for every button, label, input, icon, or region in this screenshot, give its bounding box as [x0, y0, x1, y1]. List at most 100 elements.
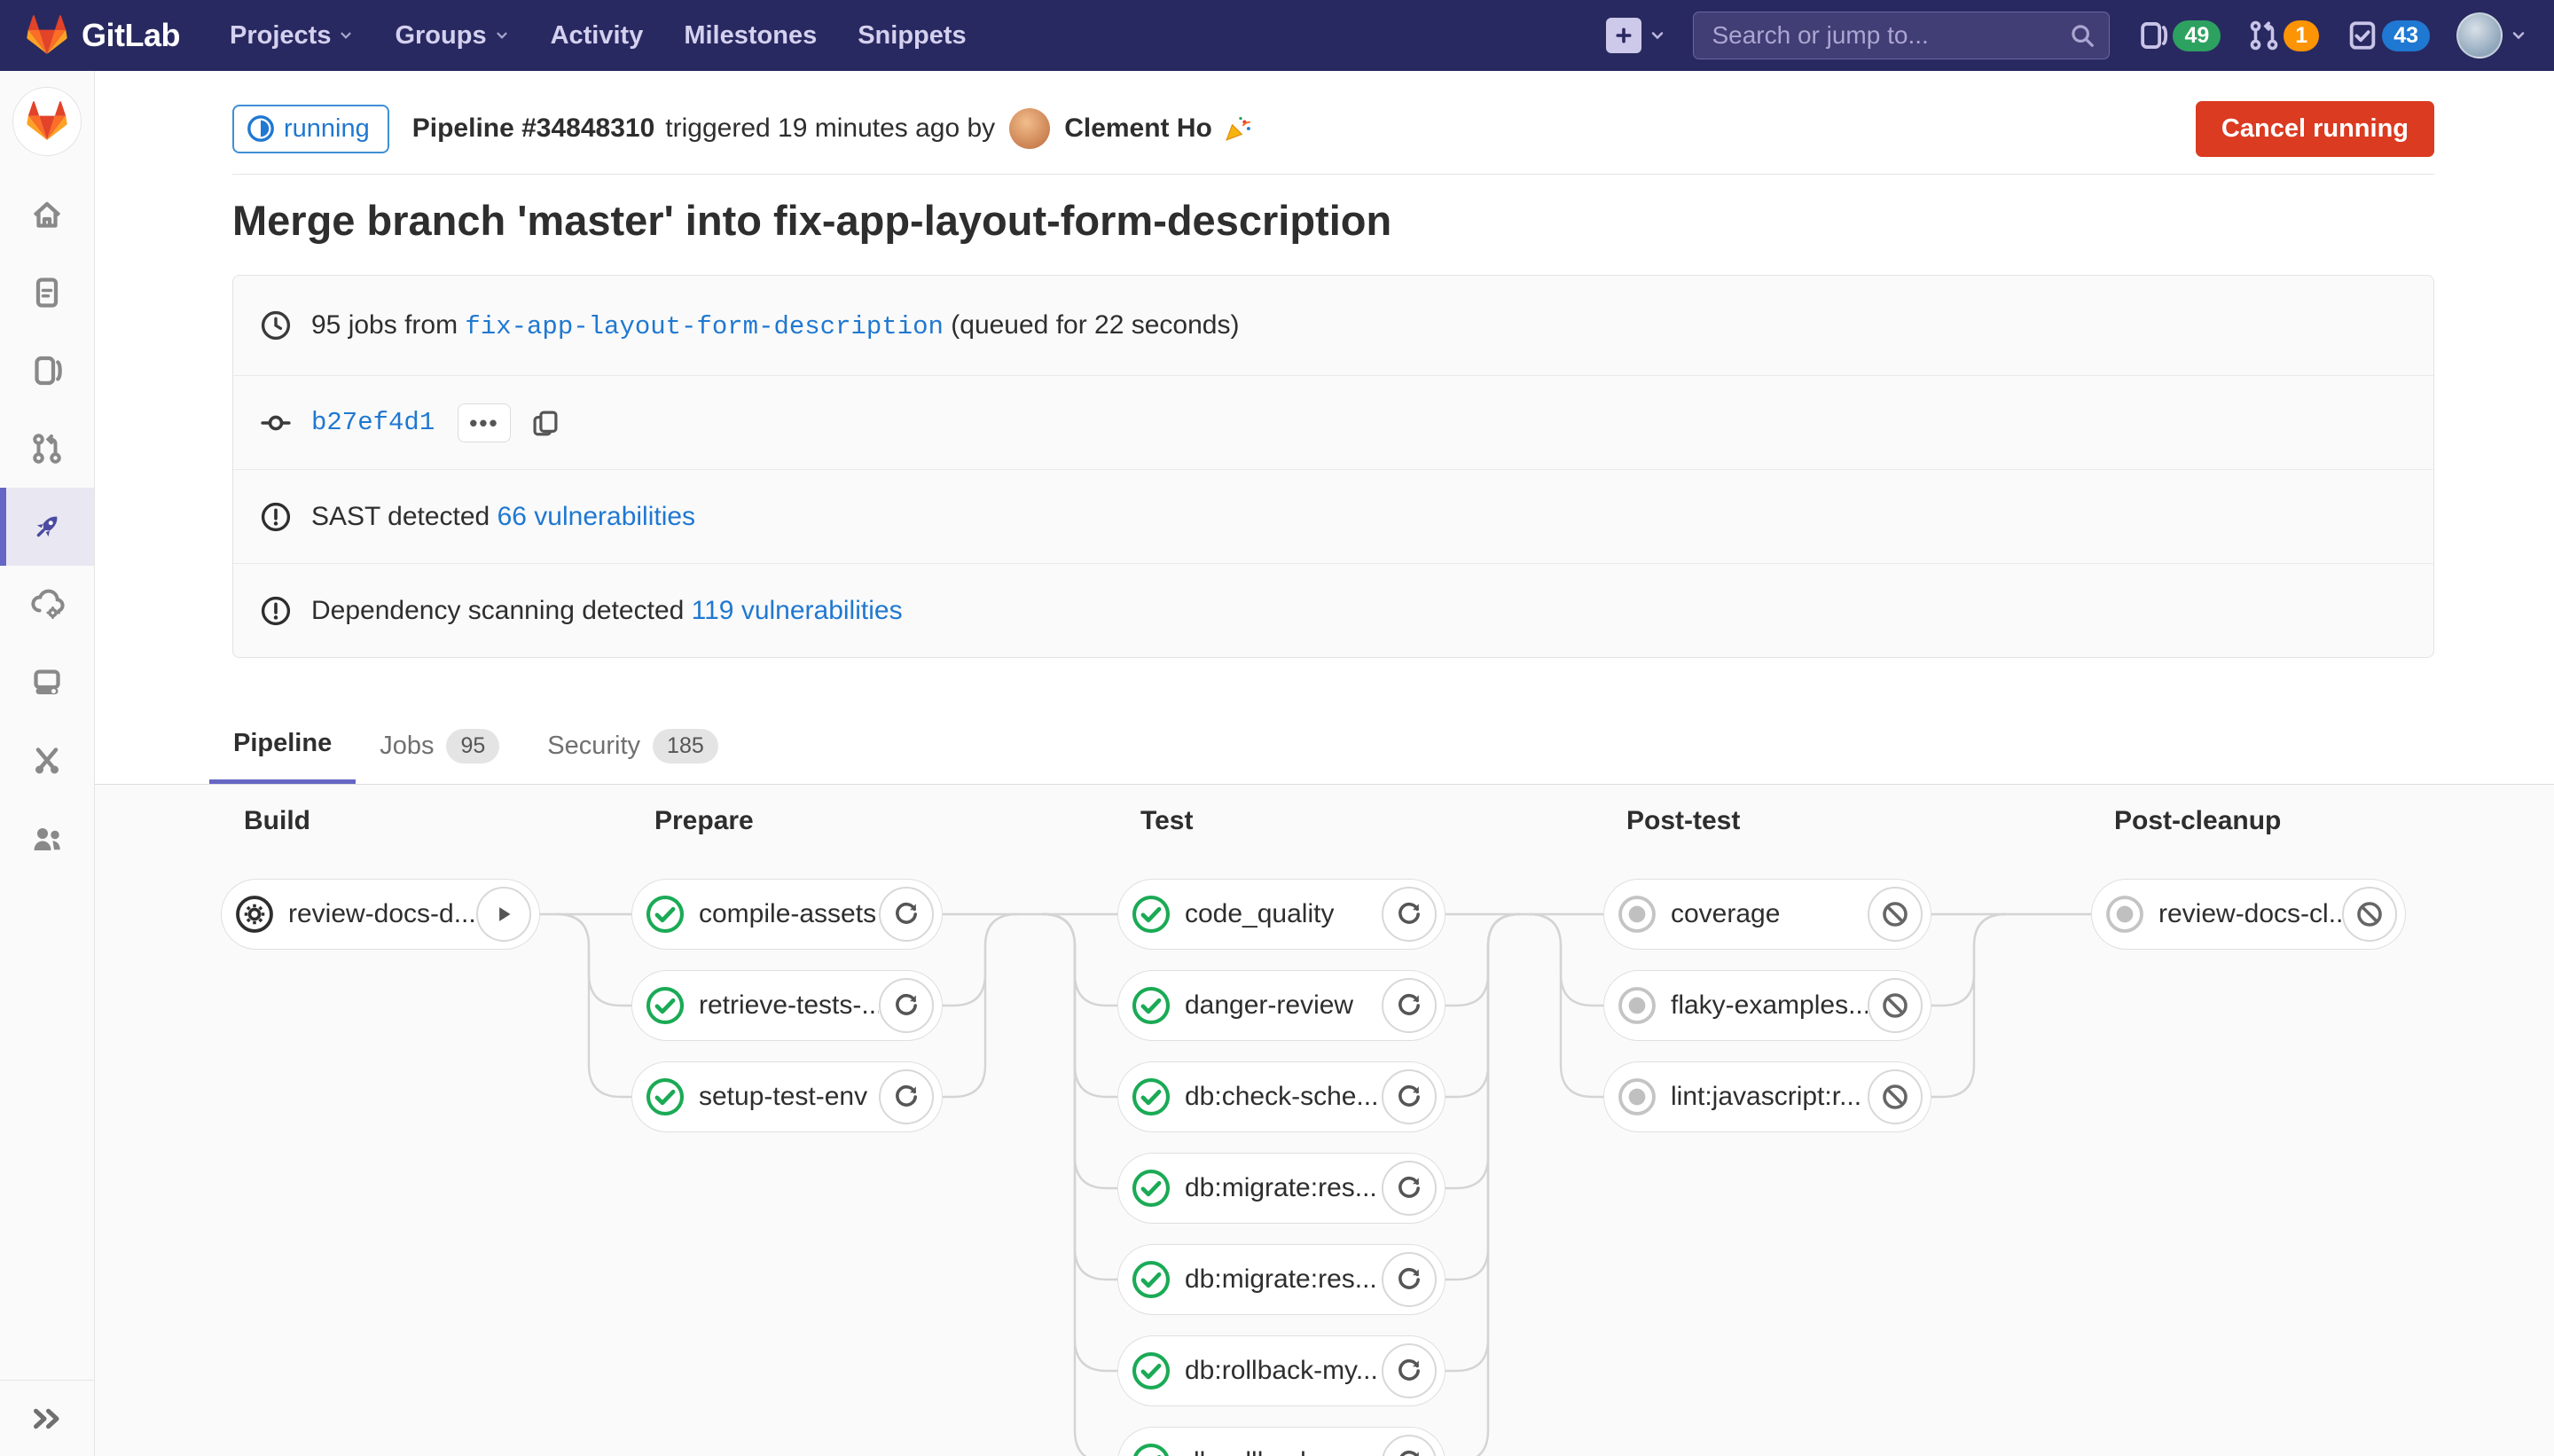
gitlab-logo[interactable]: GitLab: [27, 15, 180, 56]
retry-job-button[interactable]: [1382, 887, 1437, 942]
retry-job-button[interactable]: [1382, 1343, 1437, 1398]
issues-icon: [29, 353, 65, 388]
sidebar-collapse-toggle[interactable]: [0, 1380, 94, 1456]
retry-job-button[interactable]: [879, 887, 934, 942]
chevron-down-icon: [494, 27, 510, 43]
cancel-job-button[interactable]: [2342, 887, 2397, 942]
sidebar-item-environments[interactable]: [0, 644, 94, 722]
pipeline-id: Pipeline #34848310: [412, 114, 655, 144]
job-db-check-sche[interactable]: db:check-sche...: [1117, 1061, 1445, 1132]
job-compile-assets[interactable]: compile-assets: [631, 879, 943, 950]
cancel-job-button[interactable]: [1868, 887, 1923, 942]
project-avatar[interactable]: [12, 87, 82, 156]
tab-security[interactable]: Security185: [523, 708, 741, 785]
global-search: [1693, 12, 2110, 59]
search-input[interactable]: [1693, 12, 2110, 59]
chevron-down-icon: [1649, 27, 1666, 44]
job-db-rollback[interactable]: db:rollback-...: [1117, 1427, 1445, 1456]
play-job-button[interactable]: [476, 887, 531, 942]
retry-job-button[interactable]: [1382, 1069, 1437, 1124]
job-name: flaky-examples...: [1671, 990, 1868, 1021]
job-name: danger-review: [1185, 990, 1353, 1021]
commit-sha-link[interactable]: b27ef4d1: [311, 408, 435, 437]
sidebar-item-home[interactable]: [0, 176, 94, 254]
chevron-down-icon: [338, 27, 354, 43]
author-name[interactable]: Clement Ho: [1064, 114, 1212, 144]
retry-job-button[interactable]: [1382, 1161, 1437, 1216]
sidebar-item-merge-requests[interactable]: [0, 410, 94, 488]
branch-link[interactable]: fix-app-layout-form-description: [465, 312, 944, 341]
header-divider: [232, 174, 2434, 175]
job-name: db:check-sche...: [1185, 1082, 1378, 1112]
nav-item-activity[interactable]: Activity: [551, 21, 644, 51]
retry-job-button[interactable]: [879, 1069, 934, 1124]
retry-job-button[interactable]: [1382, 1435, 1437, 1456]
job-danger-review[interactable]: danger-review: [1117, 970, 1445, 1041]
job-review-docs-d[interactable]: review-docs-d...: [221, 879, 540, 950]
sidebar-item-operations[interactable]: [0, 566, 94, 644]
document-icon: [29, 275, 65, 310]
job-flaky-examples[interactable]: flaky-examples...: [1603, 970, 1931, 1041]
retry-job-button[interactable]: [879, 978, 934, 1033]
sidebar-item-snippets[interactable]: [0, 722, 94, 800]
nav-item-projects[interactable]: Projects: [230, 21, 354, 51]
pipeline-status-badge[interactable]: running: [232, 105, 389, 153]
tanuki-project-icon: [27, 101, 67, 142]
job-db-migrate-res[interactable]: db:migrate:res...: [1117, 1244, 1445, 1315]
job-setup-test-env[interactable]: setup-test-env: [631, 1061, 943, 1132]
sast-vulnerabilities-link[interactable]: 66 vulnerabilities: [497, 502, 695, 531]
copy-commit-button[interactable]: [530, 408, 560, 438]
job-name: db:migrate:res...: [1185, 1173, 1377, 1203]
nav-item-snippets[interactable]: Snippets: [858, 21, 966, 51]
tanuki-logo-icon: [27, 15, 67, 56]
job-review-docs-cl[interactable]: review-docs-cl...: [2091, 879, 2406, 950]
todos-counter[interactable]: 43: [2346, 19, 2430, 52]
triggered-text: triggered 19 minutes ago by: [665, 114, 995, 144]
operations-icon: [29, 587, 65, 622]
job-retrieve-tests[interactable]: retrieve-tests-...: [631, 970, 943, 1041]
double-chevron-right-icon: [29, 1401, 65, 1436]
sast-text: SAST detected 66 vulnerabilities: [311, 502, 695, 532]
home-icon: [29, 197, 65, 232]
retry-job-button[interactable]: [1382, 1252, 1437, 1307]
sidebar-item-members[interactable]: [0, 800, 94, 878]
dependency-vulnerabilities-link[interactable]: 119 vulnerabilities: [692, 596, 903, 625]
search-icon: [2069, 22, 2096, 49]
commit-icon: [260, 407, 292, 439]
cancel-job-button[interactable]: [1868, 1069, 1923, 1124]
job-name: db:rollback-...: [1185, 1447, 1344, 1456]
alert-icon: [260, 595, 292, 627]
commit-expand-button[interactable]: •••: [458, 403, 510, 442]
job-coverage[interactable]: coverage: [1603, 879, 1931, 950]
issues-count-badge: 49: [2173, 20, 2221, 51]
user-avatar: [2456, 12, 2503, 59]
user-menu[interactable]: [2456, 12, 2527, 59]
nav-item-groups[interactable]: Groups: [395, 21, 509, 51]
merge-requests-counter[interactable]: 1: [2247, 19, 2319, 52]
job-lint-javascript-r[interactable]: lint:javascript:r...: [1603, 1061, 1931, 1132]
sidebar-item-document[interactable]: [0, 254, 94, 332]
job-name: review-docs-d...: [288, 899, 476, 929]
author-avatar[interactable]: [1009, 108, 1050, 149]
issues-counter[interactable]: 49: [2136, 19, 2221, 52]
tab-jobs[interactable]: Jobs95: [356, 708, 523, 785]
tab-count-badge: 185: [653, 729, 718, 763]
new-dropdown-button[interactable]: [1606, 18, 1666, 53]
job-name: coverage: [1671, 899, 1780, 929]
alert-icon: [260, 501, 292, 533]
status-created-icon: [2105, 895, 2144, 934]
nav-item-milestones[interactable]: Milestones: [684, 21, 817, 51]
status-manual-icon: [235, 895, 274, 934]
cancel-job-button[interactable]: [1868, 978, 1923, 1033]
retry-job-button[interactable]: [1382, 978, 1437, 1033]
tab-pipeline[interactable]: Pipeline: [209, 708, 356, 785]
sidebar-item-ci-cd-rocket[interactable]: [0, 488, 94, 566]
job-db-rollback-my[interactable]: db:rollback-my...: [1117, 1335, 1445, 1406]
party-popper-emoji: [1223, 114, 1253, 144]
members-icon: [29, 821, 65, 857]
cancel-running-button[interactable]: Cancel running: [2196, 101, 2434, 157]
job-code-quality[interactable]: code_quality: [1117, 879, 1445, 950]
sidebar-item-issues[interactable]: [0, 332, 94, 410]
job-name: lint:javascript:r...: [1671, 1082, 1861, 1112]
job-db-migrate-res[interactable]: db:migrate:res...: [1117, 1153, 1445, 1224]
